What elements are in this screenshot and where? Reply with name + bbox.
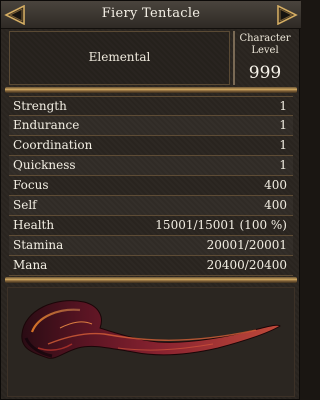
stat-value: 1 [279, 118, 287, 132]
stat-name: Stamina [13, 238, 64, 252]
window-title: Fiery Tentacle [101, 6, 201, 21]
stat-value: 1 [279, 99, 287, 113]
gold-divider-top [5, 87, 297, 93]
stat-row-health: Health 15001/15001 (100 %) [9, 216, 293, 236]
gold-divider-bottom [5, 277, 297, 283]
title-bar[interactable]: Fiery Tentacle [1, 1, 301, 29]
level-caption-line-2: Level [251, 45, 279, 56]
stats-table: Strength 1 Endurance 1 Coordination 1 Qu… [9, 96, 293, 276]
stat-name: Health [13, 218, 55, 232]
stat-name: Mana [13, 258, 48, 272]
level-caption-line-1: Character [239, 33, 291, 44]
stat-row-mana: Mana 20400/20400 [9, 256, 293, 276]
race-field: Elemental [9, 31, 230, 85]
level-value: 999 [248, 63, 282, 83]
race-label: Elemental [88, 50, 151, 64]
stat-row-endurance: Endurance 1 [9, 116, 293, 136]
stat-value: 15001/15001 (100 %) [155, 218, 287, 232]
stat-value: 1 [279, 138, 287, 152]
stat-value: 400 [264, 198, 287, 212]
stat-name: Focus [13, 178, 49, 192]
fiery-tentacle-creature-icon [21, 300, 281, 359]
stat-row-self: Self 400 [9, 196, 293, 216]
chevron-right-arrow-icon[interactable] [276, 5, 298, 25]
stat-name: Quickness [13, 158, 76, 172]
creature-portrait [7, 287, 295, 397]
stat-name: Coordination [13, 138, 93, 152]
stat-row-focus: Focus 400 [9, 176, 293, 196]
creature-appraisal-panel: Fiery Tentacle Elemental Character Level… [0, 0, 301, 400]
stat-value: 400 [264, 178, 287, 192]
level-caption: Character Level [235, 33, 295, 57]
stat-row-strength: Strength 1 [9, 96, 293, 116]
stat-row-quickness: Quickness 1 [9, 156, 293, 176]
stat-value: 20001/20001 [206, 238, 287, 252]
stat-name: Endurance [13, 118, 80, 132]
stat-value: 20400/20400 [206, 258, 287, 272]
stat-name: Strength [13, 99, 67, 113]
creature-header: Elemental Character Level 999 [1, 29, 301, 87]
stat-row-stamina: Stamina 20001/20001 [9, 236, 293, 256]
stat-row-coordination: Coordination 1 [9, 136, 293, 156]
stat-value: 1 [279, 158, 287, 172]
level-field: Character Level 999 [233, 31, 295, 85]
stat-name: Self [13, 198, 37, 212]
